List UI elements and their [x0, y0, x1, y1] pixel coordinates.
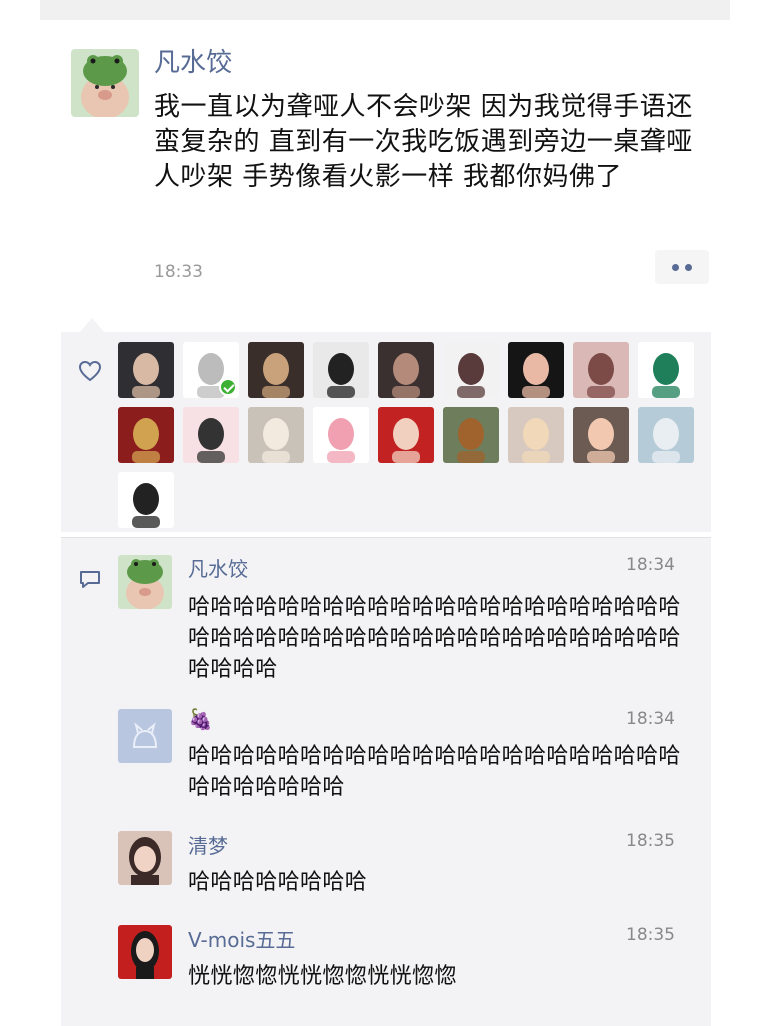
- comment-time: 18:34: [626, 709, 675, 729]
- frog-hat-avatar-icon: [118, 555, 172, 609]
- like-avatar-14[interactable]: [378, 407, 434, 463]
- comment-text: 恍恍惚惚恍恍惚惚恍恍惚惚: [188, 964, 457, 989]
- cat-sketch-avatar-icon: [118, 709, 172, 763]
- avatar-image-icon: [573, 407, 629, 463]
- comment-avatar[interactable]: [118, 831, 172, 885]
- like-avatar-2[interactable]: [183, 342, 239, 398]
- top-separator-band: [40, 0, 730, 20]
- like-avatar-18[interactable]: [638, 407, 694, 463]
- comment-author-name[interactable]: 清梦: [188, 830, 228, 859]
- comment-author-name[interactable]: 🍇: [188, 707, 213, 731]
- comment-author-name[interactable]: 凡水饺: [188, 553, 248, 582]
- like-avatar-1[interactable]: [118, 342, 174, 398]
- avatar-image-icon: [183, 407, 239, 463]
- like-avatar-12[interactable]: [248, 407, 304, 463]
- comment-text: 哈哈哈哈哈哈哈哈哈哈哈哈哈哈哈哈哈哈哈哈哈哈哈哈哈哈哈哈哈: [188, 744, 681, 800]
- like-avatar-17[interactable]: [573, 407, 629, 463]
- avatar-image-icon: [118, 472, 174, 528]
- post-author-avatar[interactable]: [71, 49, 139, 117]
- avatar-image-icon: [638, 342, 694, 398]
- heart-icon: [78, 360, 102, 382]
- like-avatar-6[interactable]: [443, 342, 499, 398]
- comment-time: 18:35: [626, 925, 675, 945]
- girl-photo-avatar-icon: [118, 831, 172, 885]
- comment-author-name[interactable]: V-mois五五: [188, 924, 295, 953]
- like-avatar-19[interactable]: [118, 472, 174, 528]
- like-avatar-9[interactable]: [638, 342, 694, 398]
- avatar-image-icon: [313, 342, 369, 398]
- comment-time: 18:35: [626, 831, 675, 851]
- like-avatar-7[interactable]: [508, 342, 564, 398]
- avatar-image-icon: [443, 407, 499, 463]
- avatar-image-icon: [443, 342, 499, 398]
- frog-hat-avatar-icon: [71, 49, 139, 117]
- avatar-image-icon: [118, 342, 174, 398]
- avatar-image-icon: [118, 407, 174, 463]
- next-comment-cutoff: [118, 1016, 678, 1026]
- more-actions-button[interactable]: [655, 250, 709, 284]
- comment-avatar[interactable]: [118, 709, 172, 763]
- avatar-image-icon: [313, 407, 369, 463]
- panel-pointer: [80, 318, 104, 332]
- post-content: 我一直以为聋哑人不会吵架 因为我觉得手语还蛮复杂的 直到有一次我吃饭遇到旁边一桌…: [154, 92, 693, 192]
- post-time: 18:33: [154, 262, 203, 282]
- like-avatar-11[interactable]: [183, 407, 239, 463]
- comment-text: 哈哈哈哈哈哈哈哈: [188, 870, 368, 895]
- comment-avatar[interactable]: [118, 555, 172, 609]
- more-dot-icon: [685, 263, 692, 271]
- comment-icon: [80, 571, 100, 588]
- comment-time: 18:34: [626, 555, 675, 575]
- comment-text: 哈哈哈哈哈哈哈哈哈哈哈哈哈哈哈哈哈哈哈哈哈哈哈哈哈哈哈哈哈哈哈哈哈哈哈哈哈哈哈哈…: [188, 595, 681, 682]
- avatar-image-icon: [378, 407, 434, 463]
- like-avatar-5[interactable]: [378, 342, 434, 398]
- avatar-image-icon: [508, 407, 564, 463]
- like-avatar-10[interactable]: [118, 407, 174, 463]
- woman-illustration-avatar-icon: [118, 925, 172, 979]
- like-avatar-4[interactable]: [313, 342, 369, 398]
- avatar-image-icon: [248, 342, 304, 398]
- comment-avatar[interactable]: [118, 925, 172, 979]
- post-author-name[interactable]: 凡水饺: [154, 42, 232, 79]
- avatar-image-icon: [378, 342, 434, 398]
- avatar-image-icon: [248, 407, 304, 463]
- like-avatar-16[interactable]: [508, 407, 564, 463]
- verified-check-icon: [219, 378, 237, 396]
- like-avatar-8[interactable]: [573, 342, 629, 398]
- like-avatar-3[interactable]: [248, 342, 304, 398]
- avatar-image-icon: [508, 342, 564, 398]
- like-avatar-15[interactable]: [443, 407, 499, 463]
- like-avatar-13[interactable]: [313, 407, 369, 463]
- avatar-image-icon: [638, 407, 694, 463]
- avatar-image-icon: [573, 342, 629, 398]
- more-dot-icon: [672, 263, 679, 271]
